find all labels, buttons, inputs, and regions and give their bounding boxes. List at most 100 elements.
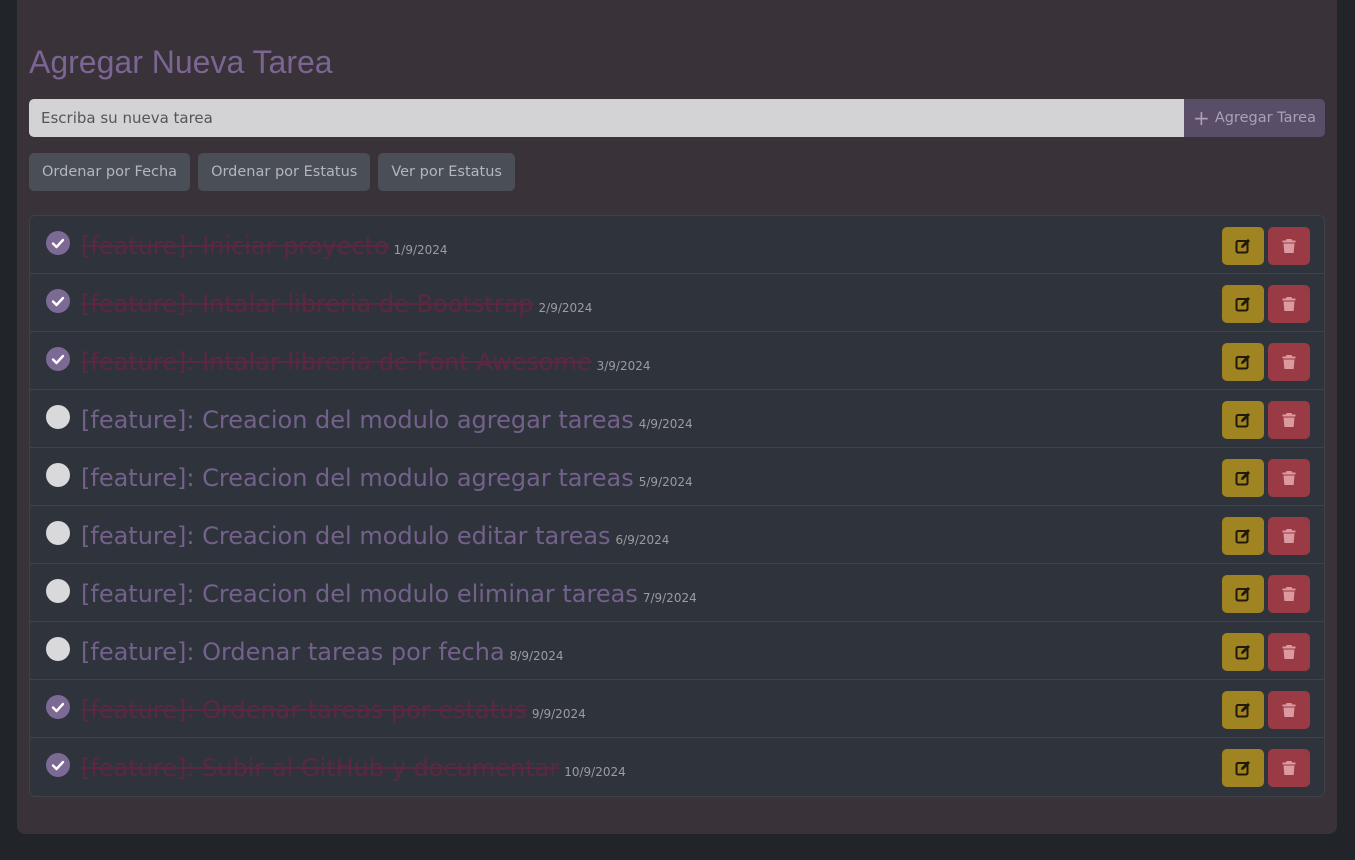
task-list: [feature]: Iniciar proyecto 1/9/2024 [fea… [29,215,1325,797]
edit-task-button[interactable] [1222,285,1264,323]
delete-task-button[interactable] [1268,575,1310,613]
trash-icon [1282,297,1296,311]
task-text: [feature]: Creacion del modulo editar ta… [81,522,611,550]
trash-icon [1282,413,1296,427]
task-text: [feature]: Creacion del modulo agregar t… [81,406,634,434]
task-row: [feature]: Iniciar proyecto 1/9/2024 [30,216,1324,274]
task-status-toggle[interactable] [46,231,70,255]
edit-task-button[interactable] [1222,401,1264,439]
task-status-toggle[interactable] [46,637,70,661]
sort-by-status-button[interactable]: Ordenar por Estatus [198,153,371,191]
edit-task-button[interactable] [1222,343,1264,381]
task-date: 2/9/2024 [538,301,593,315]
task-date: 10/9/2024 [564,765,626,779]
check-icon [51,702,65,713]
trash-icon [1282,239,1296,253]
task-date: 6/9/2024 [615,533,670,547]
task-line: [feature]: Intalar libreria de Font Awes… [81,348,651,376]
task-date: 4/9/2024 [638,417,693,431]
task-line: [feature]: Creacion del modulo agregar t… [81,406,693,434]
task-status-toggle[interactable] [46,463,70,487]
edit-task-button[interactable] [1222,749,1264,787]
task-line: [feature]: Creacion del modulo agregar t… [81,464,693,492]
task-text: [feature]: Ordenar tareas por estatus [81,696,527,724]
delete-task-button[interactable] [1268,459,1310,497]
edit-task-button[interactable] [1222,459,1264,497]
edit-icon [1235,297,1250,312]
task-date: 7/9/2024 [642,591,697,605]
task-status-toggle[interactable] [46,405,70,429]
check-icon [51,354,65,365]
edit-task-button[interactable] [1222,633,1264,671]
plus-icon: + [1193,106,1210,130]
edit-icon [1235,529,1250,544]
trash-icon [1282,645,1296,659]
task-row: [feature]: Creacion del modulo editar ta… [30,506,1324,564]
task-status-toggle[interactable] [46,289,70,313]
edit-icon [1235,239,1250,254]
add-task-label: Agregar Tarea [1214,110,1316,126]
task-row: [feature]: Creacion del modulo agregar t… [30,448,1324,506]
task-line: [feature]: Intalar libreria de Bootstrap… [81,290,592,318]
view-by-status-button[interactable]: Ver por Estatus [378,153,515,191]
task-text: [feature]: Ordenar tareas por fecha [81,638,505,666]
check-icon [51,760,65,771]
delete-task-button[interactable] [1268,691,1310,729]
task-line: [feature]: Subir al GitHub y documentar 1… [81,754,626,782]
task-text: [feature]: Intalar libreria de Bootstrap [81,290,534,318]
task-date: 9/9/2024 [531,707,586,721]
edit-task-button[interactable] [1222,691,1264,729]
delete-task-button[interactable] [1268,633,1310,671]
page-title: Agregar Nueva Tarea [29,44,333,80]
task-line: [feature]: Creacion del modulo editar ta… [81,522,669,550]
task-row: [feature]: Ordenar tareas por fecha 8/9/2… [30,622,1324,680]
trash-icon [1282,355,1296,369]
task-line: [feature]: Iniciar proyecto 1/9/2024 [81,232,448,260]
delete-task-button[interactable] [1268,401,1310,439]
edit-task-button[interactable] [1222,575,1264,613]
task-line: [feature]: Ordenar tareas por fecha 8/9/2… [81,638,564,666]
task-date: 8/9/2024 [509,649,564,663]
task-input[interactable] [29,99,1184,137]
edit-task-button[interactable] [1222,517,1264,555]
edit-icon [1235,587,1250,602]
check-icon [51,238,65,249]
trash-icon [1282,703,1296,717]
edit-task-button[interactable] [1222,227,1264,265]
task-row: [feature]: Ordenar tareas por estatus 9/9… [30,680,1324,738]
task-status-toggle[interactable] [46,579,70,603]
task-row: [feature]: Creacion del modulo agregar t… [30,390,1324,448]
add-task-button[interactable]: + Agregar Tarea [1184,99,1325,137]
edit-icon [1235,703,1250,718]
task-status-toggle[interactable] [46,753,70,777]
task-status-toggle[interactable] [46,347,70,371]
delete-task-button[interactable] [1268,227,1310,265]
trash-icon [1282,761,1296,775]
task-status-toggle[interactable] [46,695,70,719]
delete-task-button[interactable] [1268,517,1310,555]
delete-task-button[interactable] [1268,749,1310,787]
sort-toolbar: Ordenar por Fecha Ordenar por Estatus Ve… [29,153,515,191]
sort-by-date-button[interactable]: Ordenar por Fecha [29,153,191,191]
delete-task-button[interactable] [1268,343,1310,381]
task-text: [feature]: Subir al GitHub y documentar [81,754,560,782]
task-date: 1/9/2024 [393,243,448,257]
task-text: [feature]: Intalar libreria de Font Awes… [81,348,592,376]
task-row: [feature]: Creacion del modulo eliminar … [30,564,1324,622]
trash-icon [1282,529,1296,543]
task-date: 3/9/2024 [596,359,651,373]
edit-icon [1235,761,1250,776]
edit-icon [1235,413,1250,428]
trash-icon [1282,471,1296,485]
add-task-form: + Agregar Tarea [29,99,1325,137]
task-status-toggle[interactable] [46,521,70,545]
task-text: [feature]: Creacion del modulo agregar t… [81,464,634,492]
task-text: [feature]: Creacion del modulo eliminar … [81,580,638,608]
task-row: [feature]: Intalar libreria de Font Awes… [30,332,1324,390]
check-icon [51,296,65,307]
task-row: [feature]: Intalar libreria de Bootstrap… [30,274,1324,332]
task-row: [feature]: Subir al GitHub y documentar 1… [30,738,1324,796]
task-text: [feature]: Iniciar proyecto [81,232,389,260]
task-card: Agregar Nueva Tarea + Agregar Tarea Orde… [17,0,1337,834]
delete-task-button[interactable] [1268,285,1310,323]
